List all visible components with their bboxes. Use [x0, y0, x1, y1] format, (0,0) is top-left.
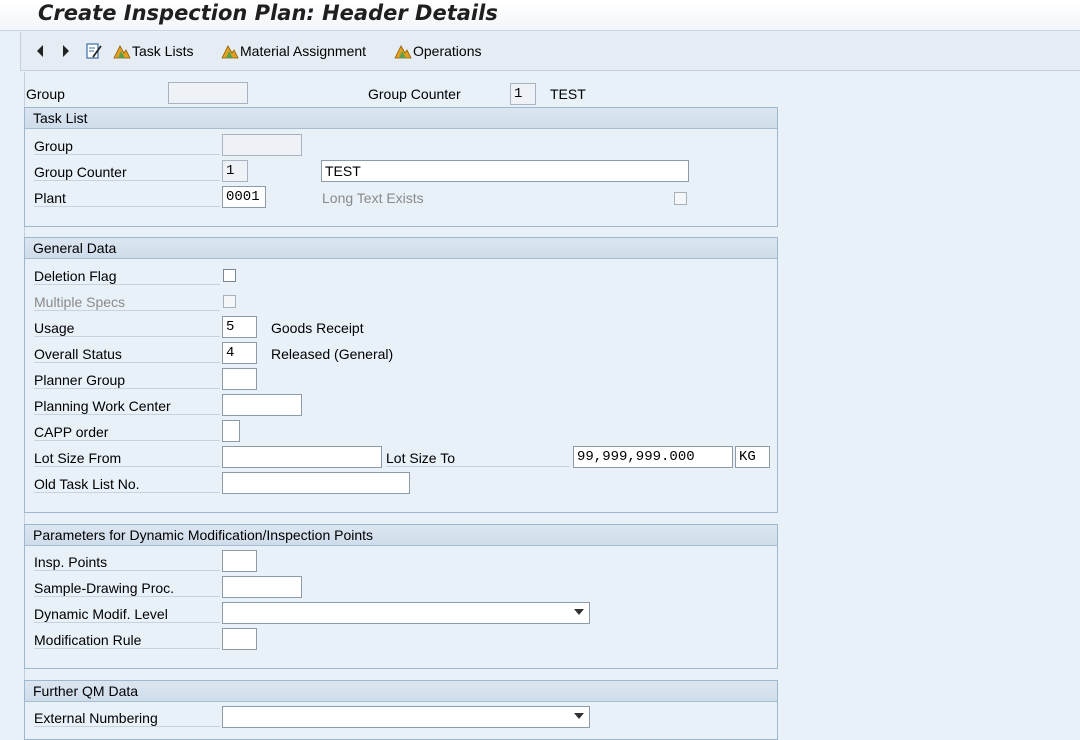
- overall-status-field[interactable]: 4: [222, 342, 257, 364]
- planner-group-field[interactable]: [222, 368, 257, 390]
- header-group-label: Group: [26, 86, 65, 102]
- triangle-left-icon: [37, 45, 43, 57]
- application-toolbar: Task Lists Material Assignment Operation…: [20, 32, 1080, 71]
- external-numbering-dropdown[interactable]: [222, 706, 590, 728]
- page-title: Create Inspection Plan: Header Details: [38, 1, 498, 25]
- planning-work-center-label: Planning Work Center: [34, 398, 220, 415]
- material-assignment-button[interactable]: Material Assignment: [221, 41, 366, 61]
- mountain-icon: [394, 45, 412, 59]
- external-numbering-label: External Numbering: [34, 710, 220, 727]
- header-group-counter-text: TEST: [550, 86, 586, 102]
- operations-label: Operations: [413, 43, 482, 59]
- usage-field[interactable]: 5: [222, 316, 257, 338]
- capp-order-field[interactable]: [222, 420, 240, 442]
- task-lists-label: Task Lists: [132, 43, 194, 59]
- operations-button[interactable]: Operations: [394, 41, 481, 61]
- task-list-description-field[interactable]: TEST: [321, 160, 689, 182]
- lot-size-from-field[interactable]: [222, 446, 382, 468]
- task-list-group-field[interactable]: [222, 134, 302, 156]
- unit-field[interactable]: KG: [735, 446, 770, 468]
- multiple-specs-label: Multiple Specs: [34, 294, 220, 311]
- task-list-group-title: Task List: [25, 108, 777, 129]
- task-list-group-label: Group: [34, 138, 220, 155]
- header-group-counter-field[interactable]: 1: [510, 83, 536, 105]
- header-group-counter-label: Group Counter: [368, 86, 461, 102]
- task-list-group-counter-label: Group Counter: [34, 164, 220, 181]
- dynamic-modif-level-dropdown[interactable]: [222, 602, 590, 624]
- insp-points-label: Insp. Points: [34, 554, 220, 571]
- sample-drawing-field[interactable]: [222, 576, 302, 598]
- edit-document-icon: [86, 43, 102, 59]
- multiple-specs-checkbox: [223, 295, 236, 308]
- triangle-right-icon: [63, 45, 69, 57]
- long-text-exists-checkbox: [674, 192, 687, 205]
- plant-label: Plant: [34, 190, 220, 207]
- general-data-group-title: General Data: [25, 238, 777, 259]
- task-list-group-counter-field[interactable]: 1: [222, 160, 248, 182]
- mountain-icon: [113, 45, 131, 59]
- modification-rule-field[interactable]: [222, 628, 257, 650]
- forward-button[interactable]: [61, 41, 71, 61]
- overall-status-text: Released (General): [271, 346, 394, 362]
- sample-drawing-label: Sample-Drawing Proc.: [34, 580, 220, 597]
- chevron-down-icon: [574, 713, 584, 719]
- deletion-flag-checkbox[interactable]: [223, 269, 236, 282]
- further-qm-group-title: Further QM Data: [25, 681, 777, 702]
- insp-points-field[interactable]: [222, 550, 257, 572]
- material-assignment-label: Material Assignment: [240, 43, 367, 59]
- long-text-exists-label: Long Text Exists: [322, 190, 424, 206]
- planning-work-center-field[interactable]: [222, 394, 302, 416]
- dynamic-modification-group-title: Parameters for Dynamic Modification/Insp…: [25, 525, 777, 546]
- overall-status-label: Overall Status: [34, 346, 220, 363]
- planner-group-label: Planner Group: [34, 372, 220, 389]
- lot-size-to-label: Lot Size To: [386, 450, 570, 467]
- title-bar: Create Inspection Plan: Header Details: [0, 0, 1080, 31]
- lot-size-from-label: Lot Size From: [34, 450, 220, 467]
- usage-text: Goods Receipt: [271, 320, 364, 336]
- lot-size-to-field[interactable]: 99,999,999.000: [573, 446, 733, 468]
- old-task-list-label: Old Task List No.: [34, 476, 220, 493]
- edit-details-button[interactable]: [85, 41, 103, 61]
- old-task-list-field[interactable]: [222, 472, 410, 494]
- usage-label: Usage: [34, 320, 220, 337]
- plant-field[interactable]: 0001: [222, 186, 266, 208]
- header-group-field[interactable]: [168, 82, 248, 104]
- capp-order-label: CAPP order: [34, 424, 220, 441]
- mountain-icon: [221, 45, 239, 59]
- deletion-flag-label: Deletion Flag: [34, 268, 220, 285]
- modification-rule-label: Modification Rule: [34, 632, 220, 649]
- chevron-down-icon: [574, 609, 584, 615]
- task-lists-button[interactable]: Task Lists: [113, 41, 193, 61]
- back-button[interactable]: [35, 41, 45, 61]
- dynamic-modif-level-label: Dynamic Modif. Level: [34, 606, 220, 623]
